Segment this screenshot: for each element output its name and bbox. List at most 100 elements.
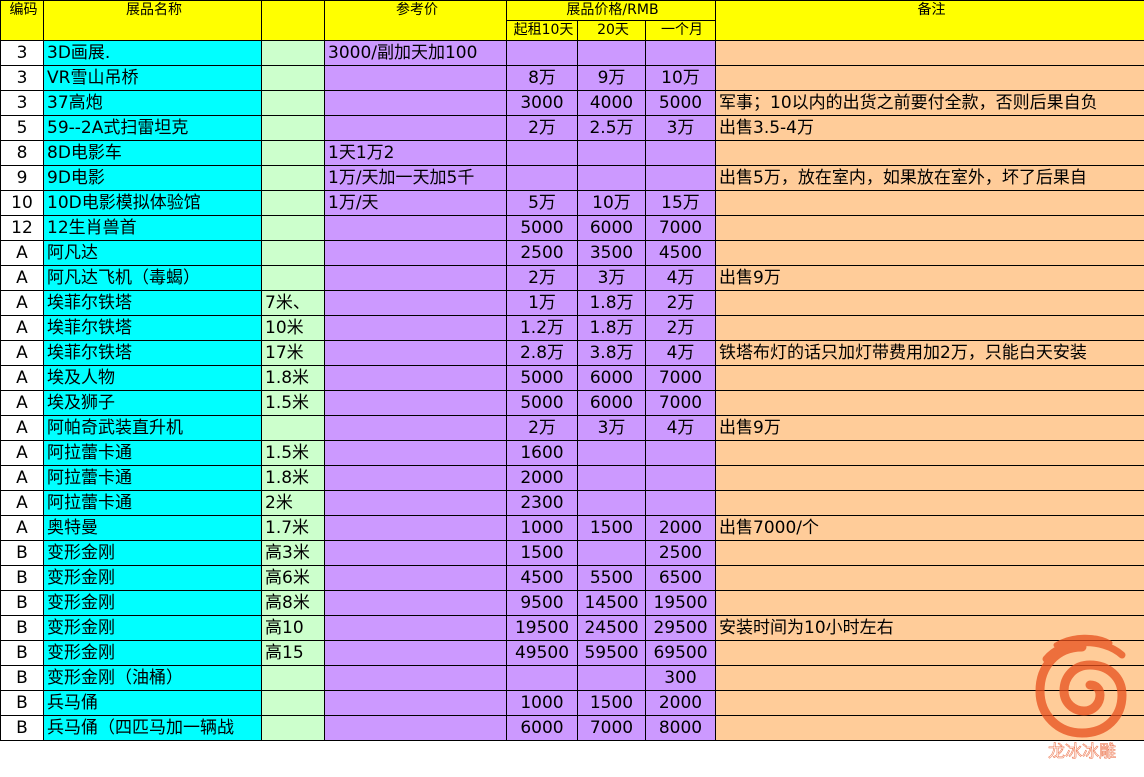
cell-note[interactable]: 军事；10以内的出货之前要付全款，否则后果自负 (715, 90, 1144, 116)
cell-pm[interactable]: 4万 (645, 340, 716, 366)
cell-p20[interactable]: 6000 (577, 365, 646, 391)
cell-ref[interactable] (324, 690, 507, 716)
cell-pm[interactable]: 2000 (645, 515, 716, 541)
cell-name[interactable]: 59--2A式扫雷坦克 (43, 115, 262, 141)
cell-p20[interactable] (577, 140, 646, 166)
cell-note[interactable] (715, 40, 1144, 66)
cell-ref[interactable]: 1万/天加一天加5千 (324, 165, 507, 191)
cell-note[interactable] (715, 490, 1144, 516)
cell-size[interactable] (261, 65, 325, 91)
cell-ref[interactable] (324, 515, 507, 541)
cell-name[interactable]: 变形金刚 (43, 540, 262, 566)
cell-p10[interactable]: 2000 (506, 465, 578, 491)
cell-code[interactable]: 10 (0, 190, 44, 216)
cell-p10[interactable]: 1万 (506, 290, 578, 316)
cell-name[interactable]: 埃及狮子 (43, 390, 262, 416)
cell-p20[interactable]: 7000 (577, 715, 646, 741)
cell-code[interactable]: B (0, 565, 44, 591)
cell-note[interactable]: 铁塔布灯的话只加灯带费用加2万，只能白天安装 (715, 340, 1144, 366)
cell-ref[interactable] (324, 315, 507, 341)
cell-p10[interactable]: 1.2万 (506, 315, 578, 341)
cell-ref[interactable]: 1万/天 (324, 190, 507, 216)
cell-size[interactable]: 1.5米 (261, 390, 325, 416)
cell-ref[interactable] (324, 440, 507, 466)
cell-name[interactable]: 兵马俑（四匹马加一辆战 (43, 715, 262, 741)
cell-pm[interactable]: 7000 (645, 390, 716, 416)
cell-code[interactable]: A (0, 290, 44, 316)
cell-p10[interactable] (506, 665, 578, 691)
cell-name[interactable]: 埃及人物 (43, 365, 262, 391)
cell-note[interactable] (715, 640, 1144, 666)
cell-name[interactable]: 埃菲尔铁塔 (43, 340, 262, 366)
cell-p10[interactable]: 5万 (506, 190, 578, 216)
cell-name[interactable]: 10D电影模拟体验馆 (43, 190, 262, 216)
cell-note[interactable] (715, 240, 1144, 266)
cell-p10[interactable]: 49500 (506, 640, 578, 666)
cell-note[interactable] (715, 540, 1144, 566)
cell-pm[interactable]: 19500 (645, 590, 716, 616)
cell-p20[interactable]: 1500 (577, 515, 646, 541)
cell-ref[interactable] (324, 390, 507, 416)
cell-p20[interactable]: 3500 (577, 240, 646, 266)
cell-code[interactable]: B (0, 540, 44, 566)
cell-code[interactable]: A (0, 365, 44, 391)
cell-p20[interactable] (577, 665, 646, 691)
cell-ref[interactable] (324, 115, 507, 141)
cell-note[interactable]: 出售5万，放在室内，如果放在室外，坏了后果自 (715, 165, 1144, 191)
cell-note[interactable]: 出售9万 (715, 265, 1144, 291)
cell-ref[interactable] (324, 415, 507, 441)
cell-pm[interactable] (645, 165, 716, 191)
cell-ref[interactable]: 3000/副加天加100 (324, 40, 507, 66)
cell-code[interactable]: A (0, 240, 44, 266)
cell-size[interactable] (261, 40, 325, 66)
cell-p10[interactable] (506, 140, 578, 166)
cell-name[interactable]: 埃菲尔铁塔 (43, 290, 262, 316)
cell-p20[interactable]: 3万 (577, 415, 646, 441)
cell-pm[interactable] (645, 490, 716, 516)
cell-name[interactable]: 变形金刚 (43, 615, 262, 641)
cell-code[interactable]: 3 (0, 90, 44, 116)
cell-p10[interactable]: 2300 (506, 490, 578, 516)
cell-p20[interactable]: 1.8万 (577, 290, 646, 316)
cell-size[interactable]: 1.5米 (261, 440, 325, 466)
cell-ref[interactable] (324, 290, 507, 316)
cell-code[interactable]: A (0, 465, 44, 491)
cell-p20[interactable]: 4000 (577, 90, 646, 116)
cell-name[interactable]: 阿凡达飞机（毒蝎） (43, 265, 262, 291)
cell-size[interactable]: 高3米 (261, 540, 325, 566)
cell-size[interactable]: 1.8米 (261, 365, 325, 391)
cell-pm[interactable]: 4万 (645, 265, 716, 291)
cell-pm[interactable]: 15万 (645, 190, 716, 216)
cell-name[interactable]: 阿拉蕾卡通 (43, 465, 262, 491)
cell-p20[interactable] (577, 165, 646, 191)
cell-pm[interactable]: 2万 (645, 315, 716, 341)
cell-name[interactable]: 兵马俑 (43, 690, 262, 716)
cell-p10[interactable]: 2万 (506, 115, 578, 141)
cell-size[interactable] (261, 190, 325, 216)
cell-p20[interactable]: 10万 (577, 190, 646, 216)
cell-pm[interactable] (645, 465, 716, 491)
cell-ref[interactable] (324, 590, 507, 616)
cell-p10[interactable]: 1600 (506, 440, 578, 466)
header-ref-price[interactable]: 参考价 (324, 0, 507, 41)
cell-p20[interactable]: 14500 (577, 590, 646, 616)
cell-size[interactable]: 高6米 (261, 565, 325, 591)
cell-p10[interactable]: 1000 (506, 515, 578, 541)
cell-p10[interactable]: 1000 (506, 690, 578, 716)
cell-p10[interactable] (506, 40, 578, 66)
cell-pm[interactable]: 6500 (645, 565, 716, 591)
cell-size[interactable]: 17米 (261, 340, 325, 366)
cell-code[interactable]: B (0, 690, 44, 716)
header-name[interactable]: 展品名称 (43, 0, 262, 41)
cell-code[interactable]: A (0, 390, 44, 416)
cell-ref[interactable] (324, 565, 507, 591)
header-price-10days[interactable]: 起租10天 (506, 20, 578, 41)
cell-p10[interactable]: 5000 (506, 365, 578, 391)
cell-ref[interactable]: 1天1万2 (324, 140, 507, 166)
cell-pm[interactable]: 2500 (645, 540, 716, 566)
cell-note[interactable] (715, 465, 1144, 491)
cell-pm[interactable]: 5000 (645, 90, 716, 116)
cell-size[interactable] (261, 415, 325, 441)
cell-p20[interactable]: 3万 (577, 265, 646, 291)
cell-p20[interactable]: 6000 (577, 390, 646, 416)
